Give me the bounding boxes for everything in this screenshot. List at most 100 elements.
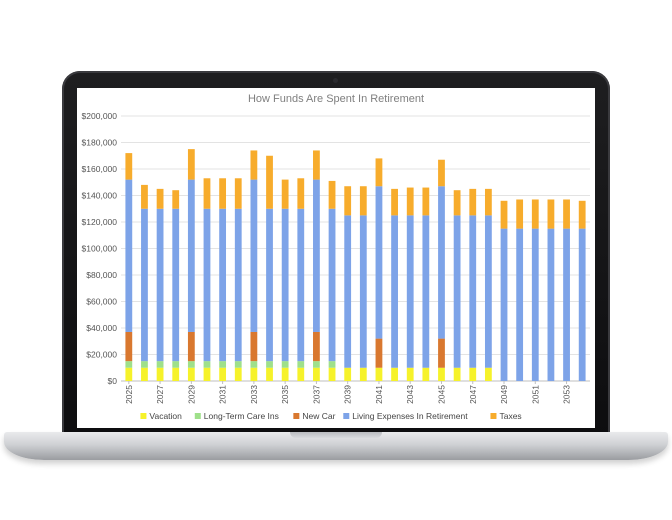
bar-segment xyxy=(313,331,320,362)
bar-segment xyxy=(469,367,477,381)
chart-title: How Funds Are Spent In Retirement xyxy=(248,93,424,105)
bar-segment xyxy=(469,215,477,368)
bar-segment xyxy=(297,367,305,381)
x-tick-label: 2041 xyxy=(374,385,384,404)
bar-segment xyxy=(375,338,383,368)
legend-label: Long-Term Care Ins xyxy=(204,411,279,421)
bar-segment xyxy=(391,188,398,216)
bar-segment xyxy=(172,190,180,209)
bar-segment xyxy=(156,367,164,381)
bar-segment xyxy=(172,361,180,368)
y-tick-label: $80,000 xyxy=(86,270,117,280)
legend: Vacation Long-Term Care Ins New Car Living … xyxy=(140,411,522,421)
bar-segment xyxy=(359,215,367,368)
bar-segment xyxy=(187,367,195,381)
legend-label: New Car xyxy=(302,411,335,421)
x-tick-label: 2025 xyxy=(124,385,134,404)
bar-segment xyxy=(422,215,430,368)
legend-swatch xyxy=(140,413,147,419)
y-tick-label: $40,000 xyxy=(86,323,117,333)
legend-swatch xyxy=(293,413,300,419)
bar-segment xyxy=(234,361,242,368)
legend-label: Living Expenses In Retirement xyxy=(352,411,468,421)
bar-segment xyxy=(234,367,242,381)
bar-segment xyxy=(469,188,477,216)
x-tick-label: 2037 xyxy=(311,385,321,404)
legend-swatch xyxy=(343,413,350,419)
bar-segment xyxy=(328,361,336,368)
laptop-screen: How Funds Are Spent In Retirement $0 $20,… xyxy=(77,88,595,428)
bar-segment xyxy=(156,361,164,368)
x-tick-label: 2043 xyxy=(405,385,415,404)
bar-segment xyxy=(125,361,133,368)
y-tick-label: $140,000 xyxy=(82,191,118,201)
bar-segment xyxy=(375,158,383,187)
bar-segment xyxy=(250,331,258,362)
bar-segment xyxy=(125,179,133,332)
bar-segment xyxy=(281,361,289,368)
bar-segment xyxy=(125,367,133,381)
bar-segment xyxy=(219,367,227,381)
bar-segment xyxy=(172,367,180,381)
bar-segment xyxy=(203,361,211,368)
bar-segment xyxy=(391,215,398,368)
bar-segment xyxy=(141,184,148,209)
bar-segment xyxy=(281,367,289,381)
bar-segment xyxy=(547,228,555,381)
bar-segment xyxy=(344,186,352,216)
y-axis: $0 $20,000 $40,000 $60,000 $80,000 $100,000 $1… xyxy=(82,111,118,386)
bar-segment xyxy=(297,361,305,368)
bar-segment xyxy=(453,367,461,381)
bar-segment xyxy=(500,228,508,381)
bar-segment xyxy=(547,199,555,229)
bar-segment xyxy=(313,179,320,332)
bar-segment xyxy=(484,188,492,216)
bar-segment xyxy=(563,199,570,229)
legend-swatch xyxy=(194,413,201,419)
bar-segment xyxy=(375,367,383,381)
x-tick-label: 2045 xyxy=(436,385,446,404)
bar-segment xyxy=(406,215,414,368)
x-axis: 2025 2027 2029 2031 2033 2035 2037 2039 2041 2043… xyxy=(124,381,572,404)
bar-segment xyxy=(156,208,164,362)
bar-segment xyxy=(187,361,195,368)
bar-segment xyxy=(484,367,492,381)
bar-segment xyxy=(406,187,414,216)
bar-segment xyxy=(328,208,336,362)
legend-label: Taxes xyxy=(499,411,521,421)
bar-segment xyxy=(453,190,461,216)
bar-segment xyxy=(234,178,242,209)
bar-segment xyxy=(250,179,258,332)
bar-segment xyxy=(313,367,320,381)
bar-segment xyxy=(250,150,258,180)
y-tick-label: $60,000 xyxy=(86,297,117,307)
y-tick-label: $180,000 xyxy=(82,138,118,148)
bar-segment xyxy=(578,200,586,229)
y-tick-label: $120,000 xyxy=(82,217,118,227)
bar-segment xyxy=(203,208,211,362)
bar-segment xyxy=(141,367,148,381)
x-tick-label: 2033 xyxy=(249,385,259,404)
bar-segment xyxy=(172,208,180,362)
x-tick-label: 2053 xyxy=(562,385,572,404)
bar-segment xyxy=(219,208,227,362)
bar-segment xyxy=(438,367,445,381)
bar-segment xyxy=(313,361,320,368)
x-tick-label: 2029 xyxy=(186,385,196,404)
x-tick-label: 2027 xyxy=(155,385,165,404)
x-tick-label: 2051 xyxy=(530,385,540,404)
bar-segment xyxy=(531,228,539,381)
bars xyxy=(125,149,586,381)
bar-segment xyxy=(203,367,211,381)
bar-segment xyxy=(266,361,273,368)
bar-segment xyxy=(141,361,148,368)
x-tick-label: 2047 xyxy=(468,385,478,404)
y-tick-label: $160,000 xyxy=(82,164,118,174)
bar-segment xyxy=(281,208,289,362)
laptop-notch xyxy=(290,432,382,438)
bar-segment xyxy=(219,178,227,209)
bar-segment xyxy=(203,178,211,209)
y-tick-label: $200,000 xyxy=(82,111,118,121)
bar-segment xyxy=(250,367,258,381)
bar-segment xyxy=(297,178,305,209)
